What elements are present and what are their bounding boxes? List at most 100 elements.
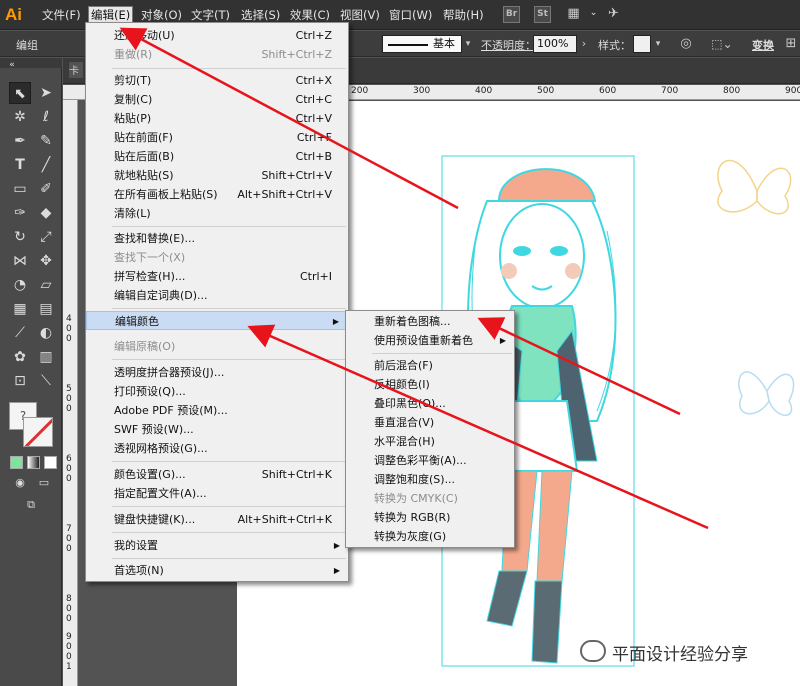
menu-item-preferences[interactable]: 首选项(N) ▶ bbox=[86, 561, 348, 580]
menu-item-convert-grayscale[interactable]: 转换为灰度(G) bbox=[346, 527, 514, 546]
magic-wand-tool-icon[interactable]: ✲ bbox=[9, 106, 31, 128]
menu-item-color-settings[interactable]: 颜色设置(G)... Shift+Ctrl+K bbox=[86, 465, 348, 484]
menu-item-copy[interactable]: 复制(C) Ctrl+C bbox=[86, 90, 348, 109]
ruler-tick-label: 700 bbox=[661, 86, 679, 96]
stroke-style-dropdown-icon[interactable]: ▾ bbox=[463, 35, 473, 53]
rectangle-tool-icon[interactable]: ▭ bbox=[9, 178, 31, 200]
menu-item-blend-front-to-back[interactable]: 前后混合(F) bbox=[346, 356, 514, 375]
menu-item-recolor-preset[interactable]: 使用预设值重新着色 ▶ bbox=[346, 331, 514, 350]
menu-item-label: 转换为 CMYK(C) bbox=[374, 492, 458, 505]
menu-window[interactable]: 窗口(W) bbox=[387, 7, 434, 24]
menu-item-edit-original[interactable]: 编辑原稿(O) bbox=[86, 337, 348, 356]
menu-item-label: 编辑自定词典(D)... bbox=[114, 289, 208, 302]
stroke-swatch[interactable] bbox=[23, 417, 53, 447]
line-tool-icon[interactable]: ╱ bbox=[35, 154, 57, 176]
column-graph-tool-icon[interactable]: ▥ bbox=[35, 346, 57, 368]
stock-icon[interactable]: St bbox=[534, 6, 551, 23]
menu-item-spell-check[interactable]: 拼写检查(H)... Ctrl+I bbox=[86, 267, 348, 286]
menu-item-convert-rgb[interactable]: 转换为 RGB(R) bbox=[346, 508, 514, 527]
gradient-tool-icon[interactable]: ▤ bbox=[35, 298, 57, 320]
collapse-panel-icon[interactable]: « bbox=[6, 60, 18, 70]
menu-item-paste-in-front[interactable]: 贴在前面(F) Ctrl+F bbox=[86, 128, 348, 147]
style-dropdown-icon[interactable]: ▾ bbox=[653, 35, 663, 53]
menu-item-paste-in-place[interactable]: 就地粘贴(S) Shift+Ctrl+V bbox=[86, 166, 348, 185]
recolor-artwork-icon[interactable]: ◎ bbox=[676, 35, 696, 53]
menu-item-blend-vertically[interactable]: 垂直混合(V) bbox=[346, 413, 514, 432]
pen-tool-icon[interactable]: ✒ bbox=[9, 130, 31, 152]
style-label: 样式： bbox=[598, 39, 631, 52]
menu-item-pdf-presets[interactable]: Adobe PDF 预设(M)... bbox=[86, 401, 348, 420]
menu-item-assign-profile[interactable]: 指定配置文件(A)... bbox=[86, 484, 348, 503]
gradient-mode-icon[interactable] bbox=[27, 456, 40, 469]
screen-mode-icon[interactable]: ▭ bbox=[33, 472, 55, 494]
menu-item-edit-dictionary[interactable]: 编辑自定词典(D)... bbox=[86, 286, 348, 305]
direct-selection-tool-icon[interactable]: ➤ bbox=[35, 82, 57, 104]
menu-item-undo[interactable]: 还原移动(U) Ctrl+Z bbox=[86, 26, 348, 45]
menu-item-keyboard-shortcuts[interactable]: 键盘快捷键(K)... Alt+Shift+Ctrl+K bbox=[86, 510, 348, 529]
menu-item-swf-presets[interactable]: SWF 预设(W)... bbox=[86, 420, 348, 439]
blend-tool-icon[interactable]: ◐ bbox=[35, 322, 57, 344]
align-icon[interactable]: ⬚⌄ bbox=[709, 35, 735, 53]
menu-item-convert-cmyk[interactable]: 转换为 CMYK(C) bbox=[346, 489, 514, 508]
puppet-warp-tool-icon[interactable]: ✥ bbox=[35, 250, 57, 272]
ruler-tick-label: 0 bbox=[66, 474, 72, 484]
scale-tool-icon[interactable]: ⤢ bbox=[35, 226, 57, 248]
opacity-stepper-icon[interactable]: › bbox=[578, 35, 590, 53]
symbol-sprayer-tool-icon[interactable]: ✿ bbox=[9, 346, 31, 368]
menu-item-perspective-presets[interactable]: 透视网格预设(G)... bbox=[86, 439, 348, 458]
menu-item-clear[interactable]: 清除(L) bbox=[86, 204, 348, 223]
type-tool-icon[interactable]: T bbox=[9, 154, 31, 176]
menu-item-adjust-color-balance[interactable]: 调整色彩平衡(A)... bbox=[346, 451, 514, 470]
curvature-tool-icon[interactable]: ✎ bbox=[35, 130, 57, 152]
graphic-style-swatch[interactable] bbox=[633, 35, 651, 53]
perspective-grid-tool-icon[interactable]: ▱ bbox=[35, 274, 57, 296]
menu-item-paste-in-back[interactable]: 贴在后面(B) Ctrl+B bbox=[86, 147, 348, 166]
workspace-grid-icon[interactable]: ▦ bbox=[565, 6, 582, 23]
mesh-tool-icon[interactable]: ▦ bbox=[9, 298, 31, 320]
chevron-down-icon[interactable]: ⌄ bbox=[585, 6, 602, 23]
menu-item-find-replace[interactable]: 查找和替换(E)... bbox=[86, 229, 348, 248]
menu-item-edit-colors[interactable]: 编辑颜色 ▶ bbox=[86, 311, 348, 330]
menu-item-flattener-presets[interactable]: 透明度拼合器预设(J)... bbox=[86, 363, 348, 382]
artboard-tool-icon[interactable]: ⊡ bbox=[9, 370, 31, 392]
menu-item-recolor-artwork[interactable]: 重新着色图稿... bbox=[346, 312, 514, 331]
eyedropper-tool-icon[interactable]: ⟋ bbox=[9, 322, 31, 344]
color-mode-icon[interactable] bbox=[10, 456, 23, 469]
none-mode-icon[interactable] bbox=[44, 456, 57, 469]
menu-item-print-presets[interactable]: 打印预设(Q)... bbox=[86, 382, 348, 401]
width-tool-icon[interactable]: ⋈ bbox=[9, 250, 31, 272]
change-screen-mode-icon[interactable]: ⧉ bbox=[20, 494, 42, 516]
menu-item-label: 重做(R) bbox=[114, 48, 153, 61]
menu-item-paste[interactable]: 粘贴(P) Ctrl+V bbox=[86, 109, 348, 128]
menu-item-redo[interactable]: 重做(R) Shift+Ctrl+Z bbox=[86, 45, 348, 64]
bridge-icon[interactable]: Br bbox=[503, 6, 520, 23]
draw-normal-icon[interactable]: ◉ bbox=[9, 472, 31, 494]
paintbrush-tool-icon[interactable]: ✐ bbox=[35, 178, 57, 200]
menu-item-invert-colors[interactable]: 反相颜色(I) bbox=[346, 375, 514, 394]
menu-help[interactable]: 帮助(H) bbox=[441, 7, 486, 24]
shape-builder-tool-icon[interactable]: ◔ bbox=[9, 274, 31, 296]
transform-icon[interactable]: ⊞ bbox=[783, 35, 799, 53]
transform-label[interactable]: 变换 bbox=[752, 37, 774, 53]
menu-item-my-settings[interactable]: 我的设置 ▶ bbox=[86, 536, 348, 555]
menu-item-saturate[interactable]: 调整饱和度(S)... bbox=[346, 470, 514, 489]
rotate-tool-icon[interactable]: ↻ bbox=[9, 226, 31, 248]
menu-item-shortcut: Ctrl+Z bbox=[295, 29, 332, 42]
menu-item-blend-horizontally[interactable]: 水平混合(H) bbox=[346, 432, 514, 451]
opacity-input[interactable]: 100% bbox=[533, 35, 577, 53]
stroke-style-select[interactable]: 基本 bbox=[382, 35, 462, 53]
menu-item-cut[interactable]: 剪切(T) Ctrl+X bbox=[86, 71, 348, 90]
menu-file[interactable]: 文件(F) bbox=[40, 7, 83, 24]
menu-edit[interactable]: 编辑(E) bbox=[88, 6, 134, 23]
slice-tool-icon[interactable]: ⟍ bbox=[35, 370, 57, 392]
gpu-performance-icon[interactable]: ✈ bbox=[605, 6, 622, 23]
eraser-tool-icon[interactable]: ◆ bbox=[35, 202, 57, 224]
menu-item-find-next[interactable]: 查找下一个(X) bbox=[86, 248, 348, 267]
document-tab[interactable]: 卡 bbox=[69, 62, 83, 78]
selection-tool-icon[interactable]: ⬉ bbox=[9, 82, 31, 104]
menu-item-label: 拼写检查(H)... bbox=[114, 270, 186, 283]
menu-item-overprint-black[interactable]: 叠印黑色(O)... bbox=[346, 394, 514, 413]
lasso-tool-icon[interactable]: ℓ bbox=[35, 106, 57, 128]
shaper-tool-icon[interactable]: ✑ bbox=[9, 202, 31, 224]
menu-item-paste-all-artboards[interactable]: 在所有画板上粘贴(S) Alt+Shift+Ctrl+V bbox=[86, 185, 348, 204]
